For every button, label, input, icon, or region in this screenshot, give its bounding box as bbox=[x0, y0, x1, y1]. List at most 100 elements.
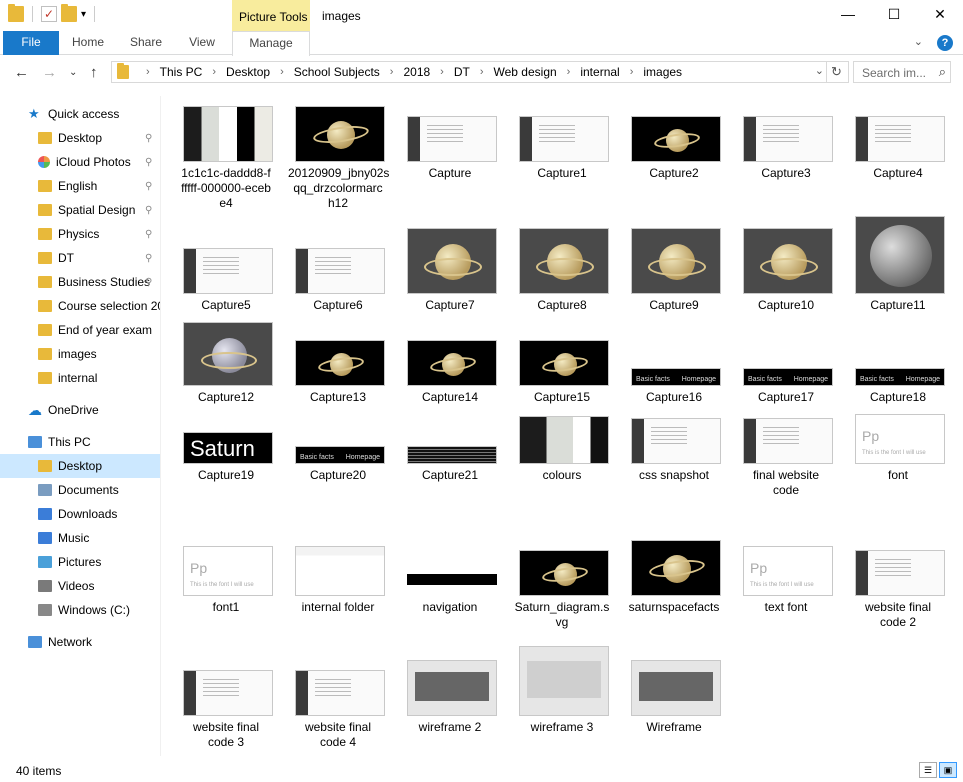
nav-item-images[interactable]: images bbox=[0, 342, 160, 366]
nav-network[interactable]: Network bbox=[0, 630, 160, 654]
details-view-icon[interactable]: ☰ bbox=[919, 762, 937, 778]
drive-icon bbox=[38, 604, 52, 616]
file-item[interactable]: Capture3 bbox=[736, 98, 836, 216]
refresh-button[interactable]: ↻ bbox=[826, 62, 846, 82]
breadcrumb-separator[interactable]: › bbox=[280, 66, 284, 78]
nav-item-documents[interactable]: Documents bbox=[0, 478, 160, 502]
nav-item-end-of-year-exam[interactable]: End of year exam bbox=[0, 318, 160, 342]
file-name-line: Capture5 bbox=[201, 298, 251, 312]
file-name: css snapshot bbox=[624, 468, 724, 483]
breadcrumb-item[interactable]: 2018 bbox=[403, 65, 430, 79]
file-item[interactable]: website final code 3 bbox=[176, 660, 276, 770]
file-item[interactable]: saturnspacefacts bbox=[624, 540, 724, 650]
search-input[interactable]: Search im... bbox=[862, 66, 926, 80]
file-item[interactable]: Pp This is the font I will use font1 bbox=[176, 544, 276, 650]
search-box[interactable]: Search im... ⌕ bbox=[853, 61, 951, 83]
file-item[interactable]: final website code bbox=[736, 410, 836, 518]
nav-onedrive[interactable]: ☁ OneDrive bbox=[0, 398, 160, 422]
file-item[interactable]: colours bbox=[512, 410, 612, 518]
search-icon[interactable]: ⌕ bbox=[939, 64, 946, 80]
tab-file[interactable]: File bbox=[3, 31, 59, 55]
file-thumbnail bbox=[295, 106, 385, 162]
new-folder-icon[interactable] bbox=[61, 4, 77, 22]
breadcrumb-separator[interactable]: › bbox=[146, 66, 150, 78]
maximize-button[interactable]: ☐ bbox=[871, 0, 917, 31]
tab-home[interactable]: Home bbox=[64, 31, 112, 55]
breadcrumb-item[interactable]: This PC bbox=[160, 65, 203, 79]
customize-toolbar-icon[interactable]: ▾ bbox=[81, 9, 86, 20]
file-item[interactable]: 20120909_jbny02s qq_drzcolormarc h12 bbox=[288, 98, 389, 216]
file-item[interactable]: Capture21 bbox=[400, 410, 500, 518]
file-item[interactable]: Pp This is the font I will use text font bbox=[736, 544, 836, 650]
nav-item-course-selection-20[interactable]: Course selection 20 bbox=[0, 294, 160, 318]
file-item[interactable]: wireframe 3 bbox=[512, 646, 612, 770]
nav-item-dt[interactable]: DT ⚲ bbox=[0, 246, 160, 270]
help-icon[interactable]: ? bbox=[937, 35, 953, 51]
tab-manage[interactable]: Manage bbox=[232, 31, 310, 56]
breadcrumb-separator[interactable]: › bbox=[630, 66, 634, 78]
file-item[interactable]: Saturn_diagram.s vg bbox=[512, 544, 612, 650]
nav-item-physics[interactable]: Physics ⚲ bbox=[0, 222, 160, 246]
large-icons-view-icon[interactable]: ▣ bbox=[939, 762, 957, 778]
breadcrumb-separator[interactable]: › bbox=[480, 66, 484, 78]
back-button[interactable]: ← bbox=[14, 64, 29, 81]
file-item[interactable]: Wireframe bbox=[624, 660, 724, 770]
nav-item-internal[interactable]: internal bbox=[0, 366, 160, 390]
up-button[interactable]: ↑ bbox=[90, 64, 98, 81]
minimize-button[interactable]: — bbox=[825, 0, 871, 31]
breadcrumb-item[interactable]: DT bbox=[454, 65, 470, 79]
address-dropdown-button[interactable]: ⌄ bbox=[815, 64, 824, 77]
breadcrumb-item[interactable]: School Subjects bbox=[294, 65, 380, 79]
file-item[interactable]: internal folder bbox=[288, 544, 388, 650]
breadcrumb-separator[interactable]: › bbox=[212, 66, 216, 78]
breadcrumb-separator[interactable]: › bbox=[440, 66, 444, 78]
file-item[interactable]: Capture1 bbox=[512, 98, 612, 216]
nav-item-windows-c[interactable]: Windows (C:) bbox=[0, 598, 160, 622]
file-thumbnail bbox=[855, 216, 945, 294]
breadcrumb-item[interactable]: Desktop bbox=[226, 65, 270, 79]
file-item[interactable]: Saturn Capture19 bbox=[176, 410, 276, 518]
nav-item-icloud-photos[interactable]: iCloud Photos ⚲ bbox=[0, 150, 160, 174]
file-item[interactable]: 1c1c1c-daddd8-f fffff-000000-eceb e4 bbox=[176, 98, 276, 216]
breadcrumb-item[interactable]: internal bbox=[580, 65, 619, 79]
breadcrumb-separator[interactable]: › bbox=[567, 66, 571, 78]
file-item[interactable]: Capture bbox=[400, 98, 500, 216]
forward-button[interactable]: → bbox=[42, 64, 57, 81]
file-thumbnail bbox=[183, 322, 273, 386]
tab-view[interactable]: View bbox=[180, 31, 224, 55]
nav-item-videos[interactable]: Videos bbox=[0, 574, 160, 598]
file-item[interactable]: Capture2 bbox=[624, 98, 724, 216]
nav-quick-access[interactable]: ★ Quick access bbox=[0, 102, 160, 126]
file-thumbnail: Pp This is the font I will use bbox=[743, 546, 833, 596]
file-item[interactable]: navigation bbox=[400, 544, 500, 650]
recent-locations-button[interactable]: ⌄ bbox=[69, 67, 77, 78]
nav-item-downloads[interactable]: Downloads bbox=[0, 502, 160, 526]
file-item[interactable]: website final code 2 bbox=[848, 544, 948, 650]
nav-item-desktop[interactable]: Desktop ⚲ bbox=[0, 126, 160, 150]
file-item[interactable]: website final code 4 bbox=[288, 660, 388, 770]
file-name-line: Capture13 bbox=[309, 390, 367, 404]
file-item[interactable]: Basic facts Homepage Capture20 bbox=[288, 410, 388, 518]
breadcrumb: › This PC › Desktop › School Subjects › 2018 › DT… bbox=[136, 65, 682, 79]
nav-item-pictures[interactable]: Pictures bbox=[0, 550, 160, 574]
breadcrumb-separator[interactable]: › bbox=[390, 66, 394, 78]
nav-item-music[interactable]: Music bbox=[0, 526, 160, 550]
nav-item-english[interactable]: English ⚲ bbox=[0, 174, 160, 198]
nav-this-pc[interactable]: This PC bbox=[0, 430, 160, 454]
tab-share[interactable]: Share bbox=[122, 31, 170, 55]
nav-label: Windows (C:) bbox=[58, 603, 131, 617]
properties-icon[interactable]: ✓ bbox=[41, 6, 57, 22]
nav-item-spatial-design[interactable]: Spatial Design ⚲ bbox=[0, 198, 160, 222]
file-item[interactable]: css snapshot bbox=[624, 410, 724, 518]
address-bar[interactable]: › This PC › Desktop › School Subjects › 2018 › DT… bbox=[111, 61, 849, 83]
nav-item-business-studies[interactable]: Business Studies ⚲ bbox=[0, 270, 160, 294]
file-item[interactable]: Capture4 bbox=[848, 98, 948, 216]
file-item[interactable]: Pp This is the font I will use font bbox=[848, 410, 948, 518]
breadcrumb-item[interactable]: Web design bbox=[494, 65, 557, 79]
expand-ribbon-icon[interactable]: ⌄ bbox=[914, 35, 923, 51]
nav-item-desktop[interactable]: Desktop bbox=[0, 454, 160, 478]
file-item[interactable]: wireframe 2 bbox=[400, 660, 500, 770]
file-name-line: website final bbox=[304, 720, 372, 734]
close-button[interactable]: ✕ bbox=[917, 0, 963, 31]
breadcrumb-item[interactable]: images bbox=[643, 65, 682, 79]
